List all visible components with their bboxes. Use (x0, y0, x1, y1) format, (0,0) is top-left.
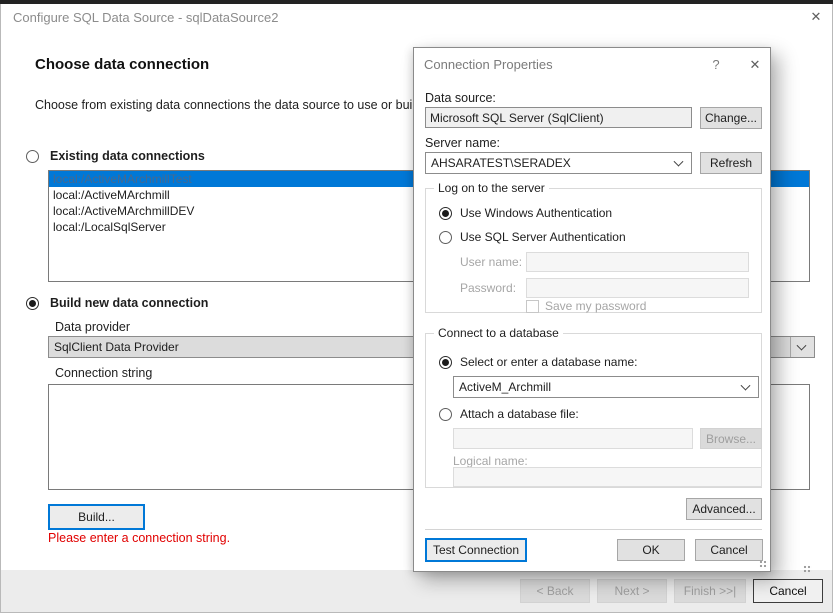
select-database-label: Select or enter a database name: (460, 355, 637, 369)
build-new-connection-radio[interactable] (26, 297, 39, 310)
resize-grip-icon[interactable] (759, 560, 768, 569)
existing-connections-radio[interactable] (26, 150, 39, 163)
test-connection-button[interactable]: Test Connection (425, 538, 527, 562)
resize-grip-icon[interactable] (803, 565, 812, 574)
page-title: Choose data connection (35, 56, 209, 73)
server-name-value: AHSARATEST\SERADEX (431, 156, 571, 170)
validation-error-text: Please enter a connection string. (48, 531, 230, 545)
help-icon[interactable]: ? (707, 56, 725, 74)
attach-file-label: Attach a database file: (460, 407, 579, 421)
data-provider-value: SqlClient Data Provider (54, 340, 179, 354)
user-name-field (526, 252, 749, 272)
database-group-title: Connect to a database (434, 326, 563, 340)
sql-auth-label: Use SQL Server Authentication (460, 230, 626, 244)
save-password-label: Save my password (545, 299, 646, 313)
windows-auth-label: Use Windows Authentication (460, 206, 612, 220)
server-name-combobox[interactable]: AHSARATEST\SERADEX (425, 152, 692, 174)
save-password-checkbox (526, 300, 539, 313)
cancel-button[interactable]: Cancel (753, 579, 823, 603)
chevron-down-icon (741, 381, 751, 391)
logical-name-label: Logical name: (453, 454, 528, 468)
ok-button[interactable]: OK (617, 539, 685, 561)
change-button[interactable]: Change... (700, 107, 762, 129)
finish-button: Finish >>| (674, 579, 746, 603)
sql-auth-radio[interactable] (439, 231, 452, 244)
close-icon[interactable]: ✕ (804, 6, 828, 28)
browse-button: Browse... (700, 428, 762, 449)
refresh-button[interactable]: Refresh (700, 152, 762, 174)
server-name-label: Server name: (425, 136, 500, 150)
database-group: Connect to a database Select or enter a … (425, 333, 762, 488)
attach-file-radio[interactable] (439, 408, 452, 421)
wizard-title: Configure SQL Data Source - sqlDataSourc… (13, 10, 278, 25)
back-button: < Back (520, 579, 590, 603)
select-database-radio[interactable] (439, 356, 452, 369)
chevron-down-icon (797, 341, 807, 351)
database-name-combobox[interactable]: ActiveM_Archmill (453, 376, 759, 398)
connection-string-label: Connection string (55, 366, 152, 380)
dialog-divider (425, 529, 762, 530)
advanced-button[interactable]: Advanced... (686, 498, 762, 520)
data-source-field (425, 107, 692, 128)
close-icon[interactable]: ✕ (745, 56, 765, 74)
build-new-connection-label: Build new data connection (50, 296, 208, 310)
background-window-strip (0, 0, 833, 4)
logical-name-field (453, 467, 762, 487)
chevron-down-icon (674, 157, 684, 167)
windows-auth-radio[interactable] (439, 207, 452, 220)
next-button: Next > (597, 579, 667, 603)
data-source-label: Data source: (425, 91, 496, 105)
password-field (526, 278, 749, 298)
logon-group-title: Log on to the server (434, 181, 549, 195)
page-description: Choose from existing data connections th… (35, 98, 432, 112)
dialog-title: Connection Properties (424, 57, 553, 72)
password-label: Password: (460, 281, 516, 295)
connection-properties-dialog: Connection Properties ? ✕ Data source: C… (413, 47, 771, 572)
build-button[interactable]: Build... (48, 504, 145, 530)
existing-connections-label: Existing data connections (50, 149, 205, 163)
database-name-value: ActiveM_Archmill (459, 380, 551, 394)
cancel-button[interactable]: Cancel (695, 539, 763, 561)
data-provider-label: Data provider (55, 320, 130, 334)
attach-file-field (453, 428, 693, 449)
logon-group: Log on to the server Use Windows Authent… (425, 188, 762, 313)
user-name-label: User name: (460, 255, 522, 269)
